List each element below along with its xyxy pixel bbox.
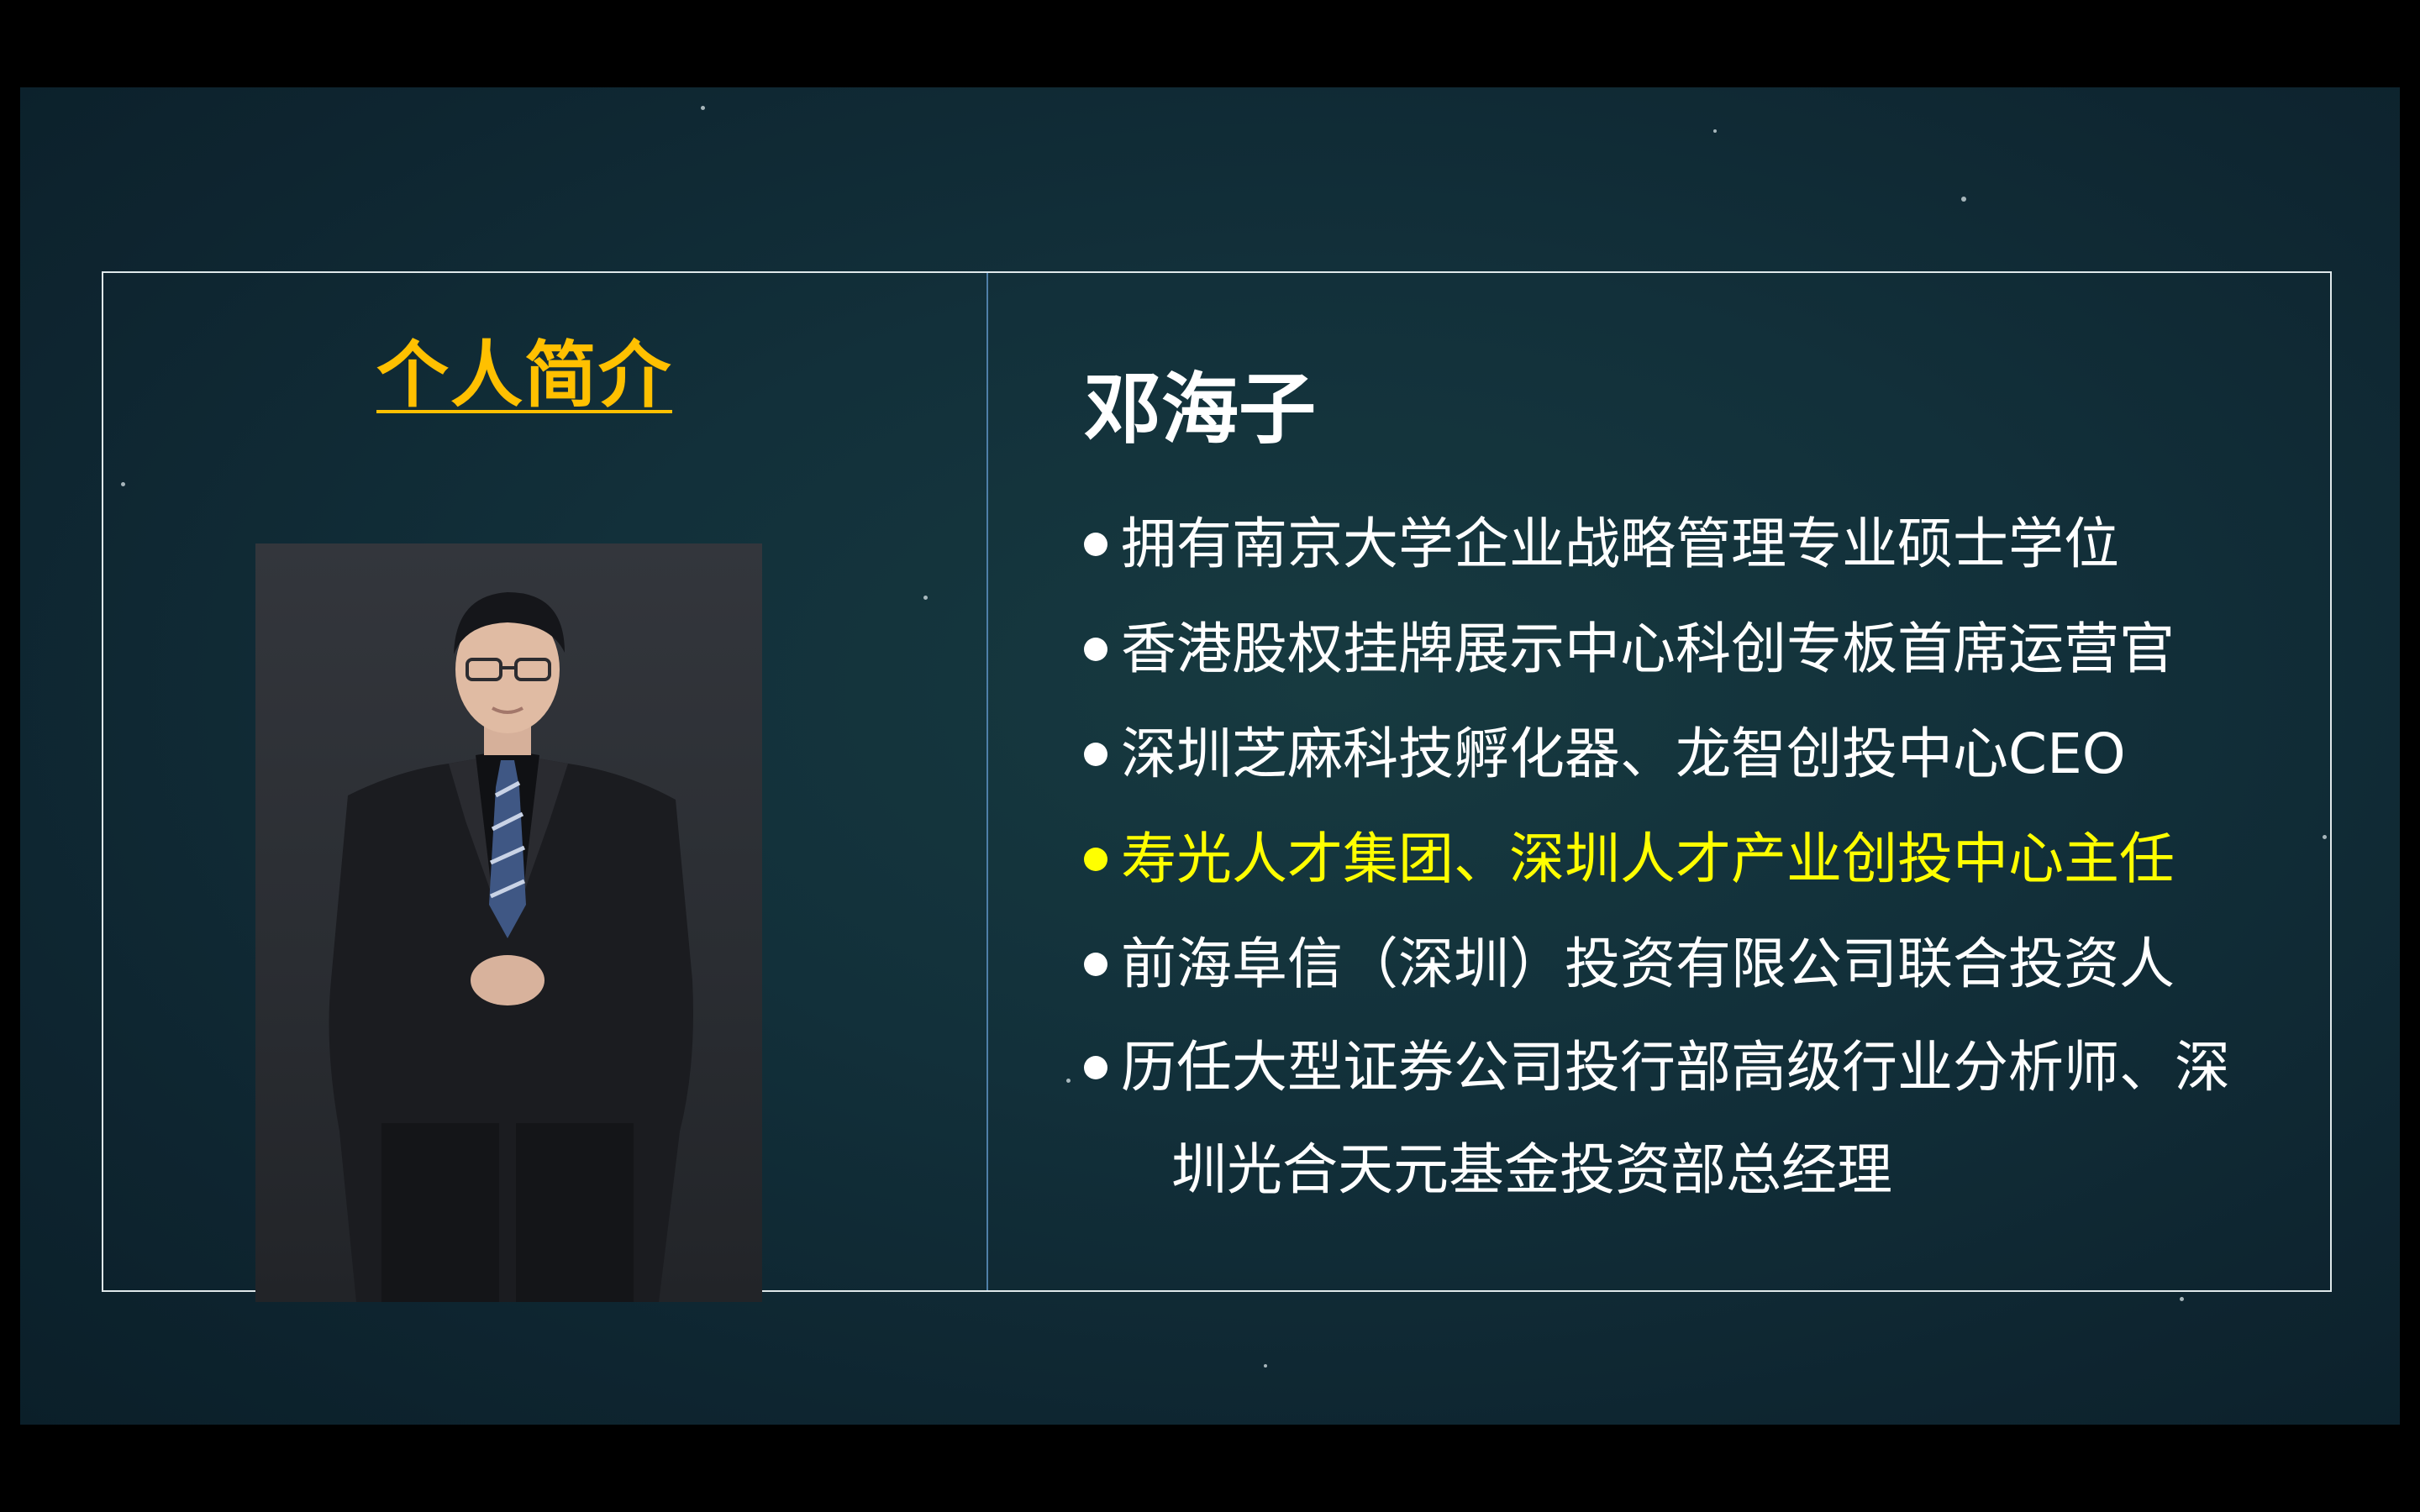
bullet-item: 拥有南京大学企业战略管理专业硕士学位 [1084, 491, 2311, 596]
star-decoration [1264, 1364, 1267, 1368]
bullet-text: 拥有南京大学企业战略管理专业硕士学位 [1121, 512, 2119, 576]
profile-bullet-list: 拥有南京大学企业战略管理专业硕士学位 香港股权挂牌展示中心科创专板首席运营官 深… [1084, 491, 2311, 1221]
star-decoration [701, 106, 705, 110]
bullet-dot-icon [1084, 742, 1107, 766]
bullet-text: 寿光人才集团、深圳人才产业创投中心主任 [1121, 827, 2175, 891]
bullet-dot-icon [1084, 637, 1107, 661]
slide: 个人简介 邓海子 拥有南京大学企业战略管理专业硕士学位 香港股权挂牌展示中心科创… [20, 87, 2400, 1425]
person-name: 邓海子 [1084, 365, 1317, 454]
column-divider [986, 273, 988, 1290]
bullet-dot-icon [1084, 1056, 1107, 1079]
bullet-text: 前海阜信（深圳）投资有限公司联合投资人 [1121, 932, 2175, 996]
bullet-item: 历任大型证券公司投行部高级行业分析师、深 圳光合天元基金投资部总经理 [1084, 1016, 2311, 1221]
bullet-dot-icon [1084, 952, 1107, 976]
bullet-item: 深圳芝麻科技孵化器、龙智创投中心CEO [1084, 701, 2311, 806]
bullet-dot-icon [1084, 532, 1107, 556]
profile-photo [255, 543, 762, 1302]
portrait-illustration [329, 592, 693, 1302]
bullet-item: 香港股权挂牌展示中心科创专板首席运营官 [1084, 596, 2311, 701]
star-decoration [1713, 129, 1717, 133]
bullet-item: 前海阜信（深圳）投资有限公司联合投资人 [1084, 911, 2311, 1016]
bullet-text-line-1: 历任大型证券公司投行部高级行业分析师、深 [1121, 1035, 2230, 1100]
section-title: 个人简介 [376, 333, 672, 417]
bullet-dot-icon [1084, 847, 1107, 871]
star-decoration [1961, 197, 1966, 202]
star-decoration [2180, 1297, 2184, 1301]
bullet-item-highlighted: 寿光人才集团、深圳人才产业创投中心主任 [1084, 806, 2311, 911]
bullet-text: 香港股权挂牌展示中心科创专板首席运营官 [1121, 617, 2175, 681]
content-frame: 个人简介 邓海子 拥有南京大学企业战略管理专业硕士学位 香港股权挂牌展示中心科创… [102, 271, 2332, 1302]
bullet-text: 深圳芝麻科技孵化器、龙智创投中心CEO [1121, 722, 2126, 786]
bullet-text-line-2: 圳光合天元基金投资部总经理 [1171, 1137, 1892, 1202]
